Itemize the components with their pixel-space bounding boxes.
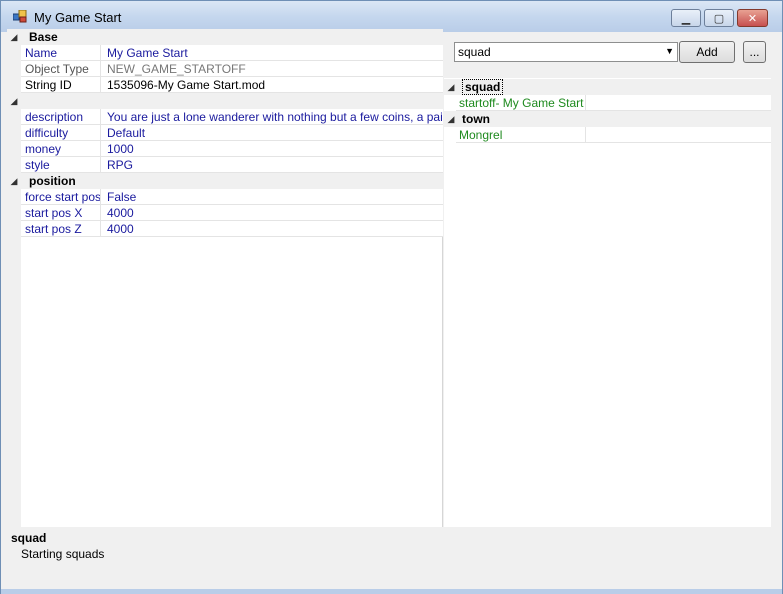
reference-item[interactable]: Mongrel xyxy=(456,126,771,143)
prop-row-start-pos-x[interactable]: start pos X 4000 xyxy=(21,204,443,221)
category-base[interactable]: ◢ Base xyxy=(7,29,443,45)
browse-button[interactable]: ... xyxy=(743,41,766,63)
window-title: My Game Start xyxy=(34,10,122,25)
help-description: Starting squads xyxy=(21,547,105,561)
reference-tree[interactable]: ◢ squad startoff- My Game Start ◢ town M… xyxy=(444,78,771,527)
prop-row-description[interactable]: description You are just a lone wanderer… xyxy=(21,108,443,125)
reference-type-dropdown[interactable]: squad ▼ xyxy=(454,42,678,62)
group-town[interactable]: ◢ town xyxy=(444,111,771,127)
reference-panel: squad ▼ Add ... ◢ squad startoff- My Gam… xyxy=(444,32,771,527)
window-border-bottom xyxy=(1,589,782,594)
maximize-icon: ▢ xyxy=(713,12,725,25)
app-icon xyxy=(13,10,27,23)
group-squad[interactable]: ◢ squad xyxy=(444,79,771,95)
minimize-button[interactable]: ▁ xyxy=(671,9,701,27)
prop-row-start-pos-z[interactable]: start pos Z 4000 xyxy=(21,220,443,237)
dropdown-selected-value: squad xyxy=(458,45,491,59)
add-button[interactable]: Add xyxy=(679,41,735,63)
category-unnamed[interactable]: ◢ xyxy=(7,93,443,109)
collapse-icon[interactable]: ◢ xyxy=(444,114,458,125)
prop-row-name[interactable]: Name My Game Start xyxy=(21,44,443,61)
prop-row-force-start-pos[interactable]: force start pos False xyxy=(21,188,443,205)
reference-item[interactable]: startoff- My Game Start xyxy=(456,94,771,111)
prop-row-object-type[interactable]: Object Type NEW_GAME_STARTOFF xyxy=(21,60,443,77)
title-bar[interactable]: My Game Start ▁ ▢ ✕ xyxy=(1,1,782,32)
collapse-icon[interactable]: ◢ xyxy=(7,32,21,43)
property-grid[interactable]: ◢ Base Name My Game Start Object Type NE… xyxy=(7,29,443,527)
prop-row-style[interactable]: style RPG xyxy=(21,156,443,173)
category-position[interactable]: ◢ position xyxy=(7,173,443,189)
collapse-icon[interactable]: ◢ xyxy=(7,176,21,187)
close-button[interactable]: ✕ xyxy=(737,9,768,27)
collapse-icon[interactable]: ◢ xyxy=(7,96,21,107)
help-pane: squad Starting squads xyxy=(11,531,771,586)
prop-row-money[interactable]: money 1000 xyxy=(21,140,443,157)
maximize-button[interactable]: ▢ xyxy=(704,9,734,27)
prop-row-difficulty[interactable]: difficulty Default xyxy=(21,124,443,141)
prop-row-string-id[interactable]: String ID 1535096-My Game Start.mod xyxy=(21,76,443,93)
collapse-icon[interactable]: ◢ xyxy=(444,82,458,93)
help-title: squad xyxy=(11,531,47,545)
minimize-icon: ▁ xyxy=(681,12,691,25)
close-icon: ✕ xyxy=(747,12,758,25)
main-window: My Game Start ▁ ▢ ✕ ◢ Base Name My Game … xyxy=(0,0,783,594)
dropdown-arrow-icon[interactable]: ▼ xyxy=(665,46,674,56)
